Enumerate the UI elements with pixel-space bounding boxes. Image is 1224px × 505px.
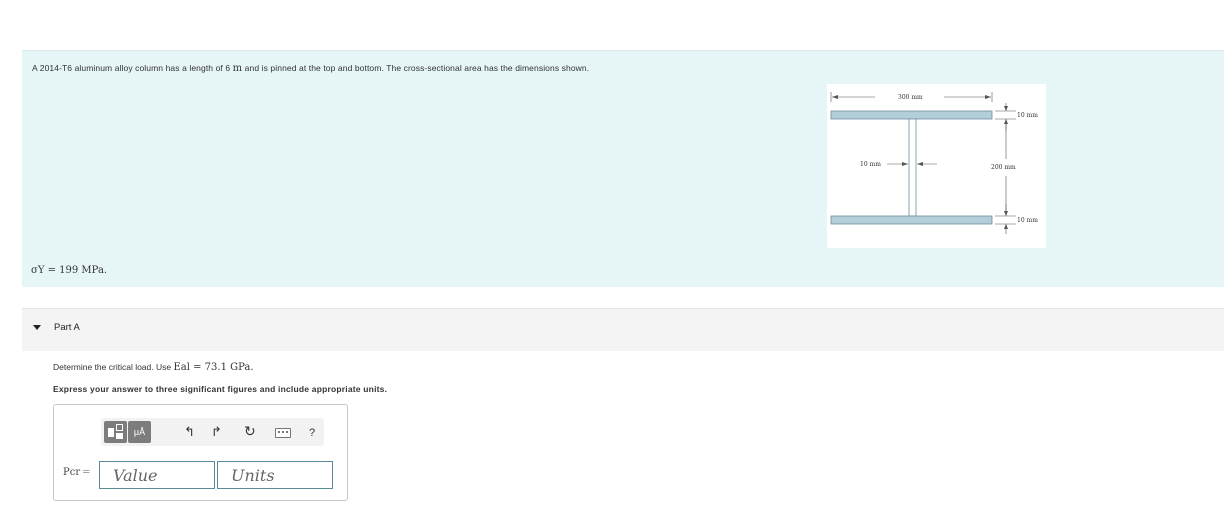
value-input[interactable]: Value [99,461,215,489]
reset-icon[interactable]: ↻ [244,423,256,439]
top-flange-thickness-label: 10 mm [1017,112,1038,119]
length-unit: m [232,63,243,74]
undo-icon[interactable]: ↰ [184,424,195,440]
yield-stress-given: σY = 199 MPa. [31,265,108,276]
template-icon [108,428,114,437]
equals-sign: = [82,467,91,478]
redo-icon[interactable]: ↱ [211,424,222,440]
help-button[interactable]: ? [309,425,315,441]
question-prefix: Determine the critical load. Use [53,362,174,372]
wide-flange-diagram: 300 mm 10 mm 200 mm 10 mm 10 mm [830,92,1038,234]
part-a-header[interactable]: Part A [22,308,1224,351]
bottom-flange-thickness-label: 10 mm [1017,217,1038,224]
web-thickness-label: 10 mm [860,161,881,168]
modulus-value: Eal = 73.1 GPa. [173,362,254,373]
statement-text-end: and is pinned at the top and bottom. The… [242,63,590,73]
key-dot [282,431,284,433]
answer-instruction: Express your answer to three significant… [53,384,388,394]
problem-text: A 2014-T6 aluminum alloy column has a le… [32,63,589,74]
collapse-caret-icon[interactable] [33,325,41,330]
question-text: Determine the critical load. Use Eal = 7… [53,362,254,373]
template-box-icon [116,424,123,431]
keyboard-icon[interactable] [275,428,291,438]
key-dot [278,431,280,433]
answer-box: μÅ ↰ ↱ ↻ ? Pcr = Value Units [53,404,348,501]
problem-statement-panel: A 2014-T6 aluminum alloy column has a le… [22,50,1224,287]
answer-label: Pcr = [63,467,91,478]
math-toolbar: μÅ ↰ ↱ ↻ ? [101,418,324,446]
units-symbols-button[interactable]: μÅ [128,421,151,443]
units-input[interactable]: Units [217,461,333,489]
key-dot [286,431,288,433]
templates-button[interactable] [104,421,127,443]
statement-text: A 2014-T6 aluminum alloy column has a le… [32,63,233,73]
cross-section-figure: 300 mm 10 mm 200 mm 10 mm 10 mm [827,84,1046,248]
part-title[interactable]: Part A [54,322,80,333]
template-fill-icon [116,433,123,439]
depth-dimension-label: 200 mm [991,164,1016,171]
width-dimension-label: 300 mm [898,94,923,101]
pcr-label: Pcr [63,467,81,478]
